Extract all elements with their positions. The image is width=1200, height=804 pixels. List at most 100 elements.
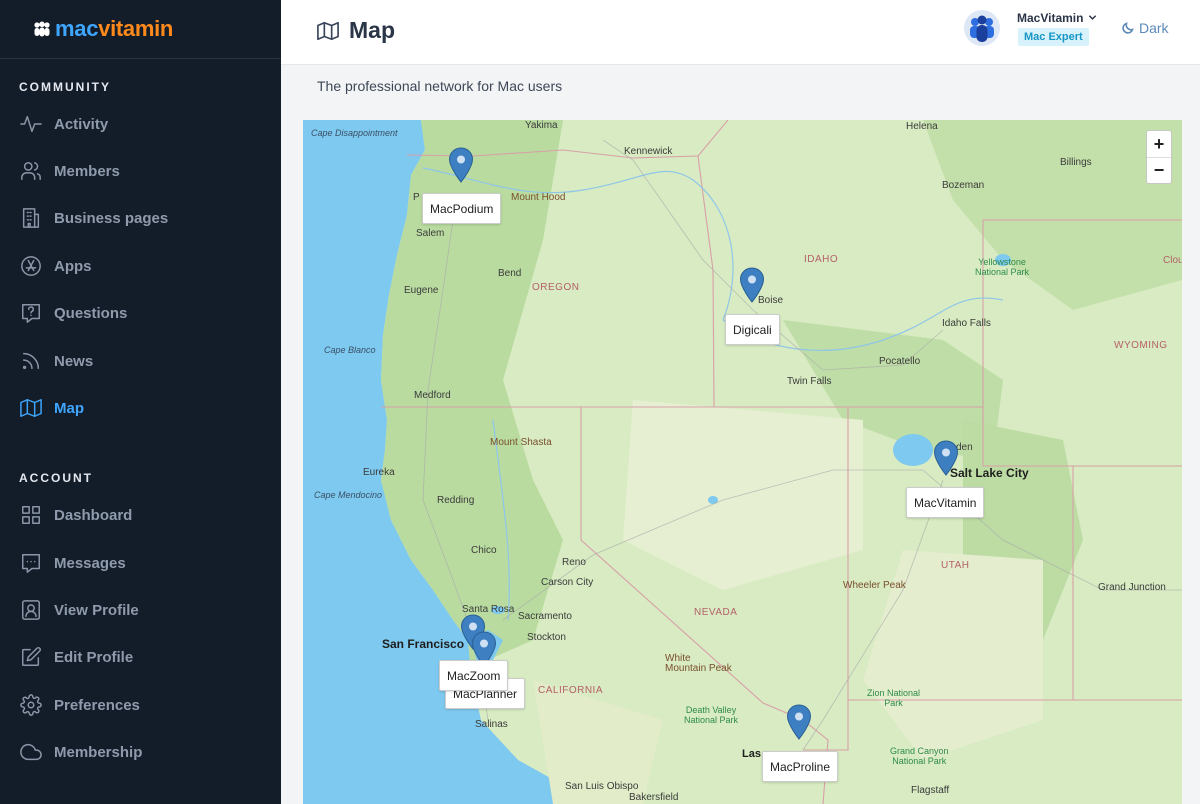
- state-label-california: CALIFORNIA: [538, 685, 604, 696]
- map-pin-label[interactable]: MacProline: [762, 751, 839, 782]
- chevron-down-icon[interactable]: [1088, 13, 1097, 22]
- zoom-in-button[interactable]: +: [1147, 131, 1171, 157]
- map-pin-label[interactable]: MacPodium: [422, 193, 502, 224]
- sidebar-item-label: Apps: [54, 257, 92, 275]
- profile-icon: [19, 598, 43, 622]
- logo-text-mac: mac: [55, 16, 99, 41]
- state-label-idaho: IDAHO: [804, 254, 839, 265]
- city-label: Bend: [498, 268, 522, 279]
- app-store-icon: [19, 254, 43, 278]
- map-icon: [317, 21, 339, 40]
- park-label-line: Death Valley: [685, 705, 737, 715]
- cape-label: Cape Blanco: [324, 345, 376, 355]
- sidebar-item-map[interactable]: Map: [0, 388, 281, 428]
- sidebar-item-membership[interactable]: Membership: [0, 732, 281, 772]
- map-pin-label[interactable]: Digicali: [725, 314, 780, 345]
- page-subtitle: The professional network for Mac users: [317, 78, 563, 94]
- sidebar-item-questions[interactable]: Questions: [0, 293, 281, 333]
- sidebar-item-dashboard[interactable]: Dashboard: [0, 495, 281, 535]
- cape-label: Cape Mendocino: [314, 490, 383, 500]
- peak-label: Wheeler Peak: [843, 580, 906, 591]
- map-pin-icon[interactable]: [448, 147, 474, 185]
- city-label: San Francisco: [382, 637, 465, 651]
- cloud-icon: [19, 740, 43, 764]
- logo-people-icon: [34, 21, 50, 37]
- sidebar-item-activity[interactable]: Activity: [0, 104, 281, 144]
- city-label: Salem: [416, 228, 445, 239]
- map-pin-label[interactable]: MacVitamin: [906, 487, 985, 518]
- state-label-oregon: OREGON: [532, 282, 580, 293]
- city-label: Bozeman: [942, 180, 985, 191]
- city-label: Pocatello: [879, 356, 921, 367]
- park-label-line: Grand Canyon: [890, 746, 949, 756]
- map-pin-label[interactable]: MacZoom: [439, 660, 509, 691]
- sidebar-item-preferences[interactable]: Preferences: [0, 685, 281, 725]
- map-view[interactable]: IDAHO OREGON WYOMING NEVADA UTAH CALIFOR…: [303, 120, 1182, 804]
- state-label-wyoming: WYOMING: [1114, 340, 1168, 351]
- zoom-control: + −: [1146, 130, 1172, 184]
- activity-icon: [19, 112, 43, 136]
- city-label: Billings: [1060, 157, 1092, 168]
- city-label: Helena: [906, 121, 938, 132]
- map-pin-icon[interactable]: [786, 704, 812, 742]
- park-label: Grand Canyon National Park: [890, 746, 949, 766]
- city-label: Stockton: [527, 632, 566, 643]
- sidebar-item-members[interactable]: Members: [0, 151, 281, 191]
- user-name[interactable]: MacVitamin: [1017, 11, 1083, 25]
- map-pin-icon[interactable]: [739, 267, 765, 305]
- dashboard-icon: [19, 503, 43, 527]
- question-icon: [19, 301, 43, 325]
- sidebar-item-label: Dashboard: [54, 506, 133, 524]
- city-label: Bakersfield: [629, 792, 679, 803]
- city-label: P: [413, 192, 420, 203]
- zoom-out-button[interactable]: −: [1147, 157, 1171, 183]
- sidebar-item-label: Map: [54, 399, 84, 417]
- cape-label: Cape Disappointment: [311, 128, 398, 138]
- sidebar-item-label: Members: [54, 162, 120, 180]
- sidebar-item-label: Membership: [54, 743, 143, 761]
- city-label: Twin Falls: [787, 376, 832, 387]
- city-label: Salt Lake City: [950, 466, 1029, 480]
- logo[interactable]: macvitamin: [0, 0, 281, 59]
- gear-icon: [19, 693, 43, 717]
- sidebar-item-business-pages[interactable]: Business pages: [0, 198, 281, 238]
- city-label: Medford: [414, 390, 451, 401]
- city-label: Flagstaff: [911, 785, 950, 796]
- sidebar: macvitamin COMMUNITY Activity Members Bu…: [0, 0, 281, 804]
- park-label: Yellowstone National Park: [975, 257, 1029, 277]
- city-label: San Luis Obispo: [565, 781, 639, 792]
- sidebar-item-label: Business pages: [54, 209, 169, 227]
- sidebar-item-news[interactable]: News: [0, 341, 281, 381]
- map-pin-icon[interactable]: [933, 440, 959, 478]
- map-icon: [19, 396, 43, 420]
- park-label-line: National Park: [975, 267, 1030, 277]
- park-label-line: Zion National: [867, 688, 921, 698]
- city-label: Idaho Falls: [942, 318, 991, 329]
- city-label: Carson City: [541, 577, 594, 588]
- page-title-group: Map: [317, 17, 395, 44]
- city-label: Eureka: [363, 467, 395, 478]
- sidebar-item-label: News: [54, 352, 94, 370]
- city-label: Chico: [471, 545, 497, 556]
- city-label: Las: [742, 748, 761, 760]
- park-label: Death Valley National Park: [684, 705, 738, 725]
- sidebar-item-view-profile[interactable]: View Profile: [0, 590, 281, 630]
- city-label: Eugene: [404, 285, 439, 296]
- sidebar-item-edit-profile[interactable]: Edit Profile: [0, 637, 281, 677]
- city-label: Yakima: [525, 120, 558, 131]
- sidebar-item-messages[interactable]: Messages: [0, 543, 281, 583]
- avatar[interactable]: [964, 10, 1000, 46]
- peak-label: Mount Shasta: [490, 437, 552, 448]
- sidebar-item-apps[interactable]: Apps: [0, 246, 281, 286]
- user-group-icon: [970, 15, 994, 42]
- edit-icon: [19, 645, 43, 669]
- park-label-line: Park: [884, 698, 903, 708]
- city-label: Kennewick: [624, 146, 673, 157]
- dark-mode-toggle[interactable]: Dark: [1122, 20, 1169, 36]
- sidebar-item-label: Messages: [54, 554, 126, 572]
- sidebar-item-label: Edit Profile: [54, 648, 134, 666]
- logo-text: macvitamin: [55, 16, 173, 42]
- building-icon: [19, 206, 43, 230]
- city-label: Grand Junction: [1098, 582, 1166, 593]
- park-label-line: National Park: [892, 756, 947, 766]
